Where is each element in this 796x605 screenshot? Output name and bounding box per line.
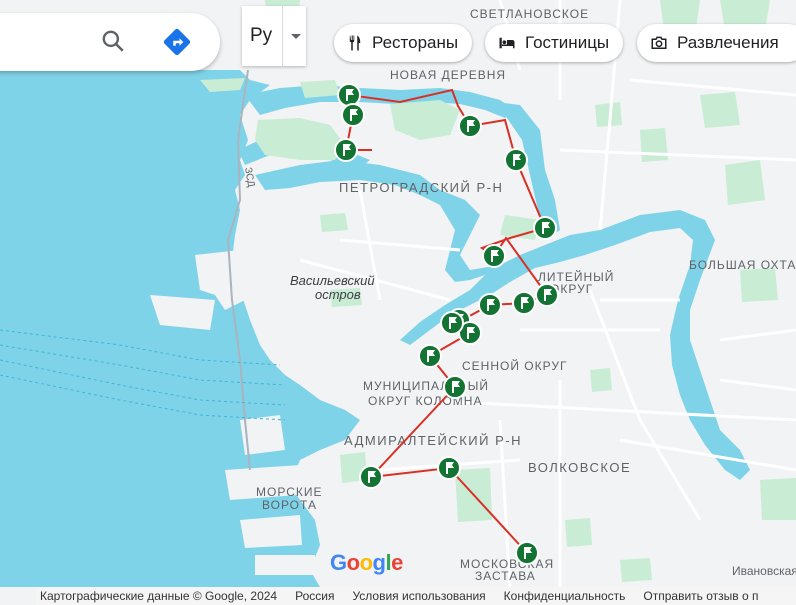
label-morskie-2: ВОРОТА — [262, 498, 317, 512]
label-moskovskaya-2: ЗАСТАВА — [475, 569, 536, 583]
chip-hotels-label: Гостиницы — [525, 33, 610, 52]
route-marker[interactable] — [337, 83, 361, 107]
label-vasilievsky-2: остров — [315, 287, 361, 302]
fork-knife-icon — [349, 35, 361, 51]
label-bolshaya-okhta: БОЛЬШАЯ ОХТА — [689, 258, 796, 272]
map-canvas[interactable]: СВЕТЛАНОВСКОЕ НОВАЯ ДЕРЕВНЯ ПЕТРОГРАДСКИ… — [0, 0, 796, 605]
label-vasilievsky-1: Васильевский — [290, 273, 375, 288]
route-marker[interactable] — [482, 244, 506, 268]
language-selector[interactable]: Ру — [242, 6, 306, 66]
label-morskie-1: МОРСКИЕ — [256, 485, 322, 499]
route-marker[interactable] — [533, 216, 557, 240]
route-marker[interactable] — [440, 311, 464, 335]
footer-feedback-link[interactable]: Отправить отзыв о п — [643, 589, 758, 603]
footer-terms-link[interactable]: Условия использования — [352, 589, 485, 603]
footer-country[interactable]: Россия — [295, 589, 334, 603]
label-kolomna-1: МУНИЦИПАЛЬНЫЙ — [363, 378, 489, 393]
label-admiralteysky: АДМИРАЛТЕЙСКИЙ Р-Н — [344, 433, 522, 448]
camera-icon — [651, 36, 667, 49]
label-petrogradsky: ПЕТРОГРАДСКИЙ Р-Н — [339, 180, 503, 195]
chip-restaurants[interactable]: Рестораны — [334, 24, 473, 62]
label-volkovskoe: ВОЛКОВСКОЕ — [528, 460, 631, 475]
route-marker[interactable] — [458, 114, 482, 138]
route-marker[interactable] — [515, 541, 539, 565]
route-marker[interactable] — [443, 375, 467, 399]
route-marker[interactable] — [535, 283, 559, 307]
label-sennoy: СЕННОЙ ОКРУГ — [462, 358, 567, 373]
bed-icon — [499, 37, 515, 49]
footer-privacy-link[interactable]: Конфиденциальность — [504, 589, 626, 603]
chip-hotels[interactable]: Гостиницы — [485, 24, 624, 62]
label-svetlanovskoe: СВЕТЛАНОВСКОЕ — [470, 7, 589, 21]
google-logo: Google — [330, 550, 403, 575]
language-separator — [282, 6, 283, 66]
search-icon[interactable] — [100, 28, 126, 54]
language-value: Ру — [250, 25, 273, 46]
label-novaya-derevnya: НОВАЯ ДЕРЕВНЯ — [390, 68, 506, 82]
route-marker[interactable] — [334, 138, 358, 162]
route-marker[interactable] — [359, 465, 383, 489]
footer-map-data: Картографические данные © Google, 2024 — [40, 589, 278, 603]
route-marker[interactable] — [341, 103, 365, 127]
route-marker[interactable] — [418, 344, 442, 368]
label-ivanovskaya: Ивановская — [732, 564, 796, 578]
chip-entertainment[interactable]: Развлечения — [637, 24, 796, 62]
map-footer: Картографические данные © Google, 2024 Р… — [36, 587, 796, 605]
label-kolomna-2: ОКРУГ КОЛОМНА — [368, 394, 482, 408]
directions-icon[interactable] — [162, 27, 192, 57]
route-marker[interactable] — [478, 293, 502, 317]
chevron-down-icon[interactable] — [291, 33, 301, 39]
route-marker[interactable] — [512, 291, 536, 315]
search-box[interactable] — [0, 13, 220, 71]
chip-entertainment-label: Развлечения — [677, 33, 779, 52]
route-marker[interactable] — [437, 456, 461, 480]
chip-restaurants-label: Рестораны — [372, 33, 459, 52]
route-marker[interactable] — [504, 148, 528, 172]
